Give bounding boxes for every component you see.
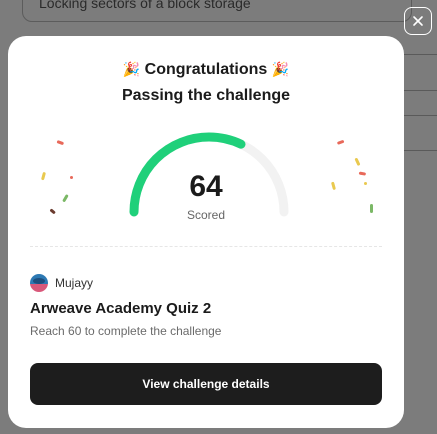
party-popper-icon: 🎉: [271, 61, 290, 77]
score-label: Scored: [186, 208, 226, 222]
score-value: 64: [189, 170, 223, 203]
party-popper-icon: 🎉: [122, 61, 141, 77]
background-row: [400, 115, 437, 151]
modal-subtitle: Passing the challenge: [121, 87, 291, 104]
view-challenge-details-button[interactable]: View challenge details: [30, 363, 382, 405]
quiz-description: Reach 60 to complete the challenge: [30, 324, 222, 338]
username: Mujayy: [55, 276, 94, 290]
close-button[interactable]: [404, 7, 432, 35]
user-row: Mujayy: [30, 273, 93, 293]
close-icon: [413, 16, 423, 26]
background-option: Locking sectors of a block storage: [22, 0, 412, 22]
title-text: Congratulations: [144, 61, 268, 78]
challenge-result-modal: 🎉 Congratulations 🎉 Passing the challeng…: [8, 36, 404, 428]
modal-title: 🎉 Congratulations 🎉: [8, 61, 404, 79]
confetti-left: [41, 140, 73, 214]
divider: [30, 246, 382, 247]
background-divider: [400, 90, 437, 91]
quiz-title: Arweave Academy Quiz 2: [30, 300, 212, 317]
avatar: [30, 274, 48, 292]
confetti-right: [331, 140, 373, 213]
background-divider: [400, 54, 437, 55]
background-option-text: Locking sectors of a block storage: [39, 0, 251, 11]
